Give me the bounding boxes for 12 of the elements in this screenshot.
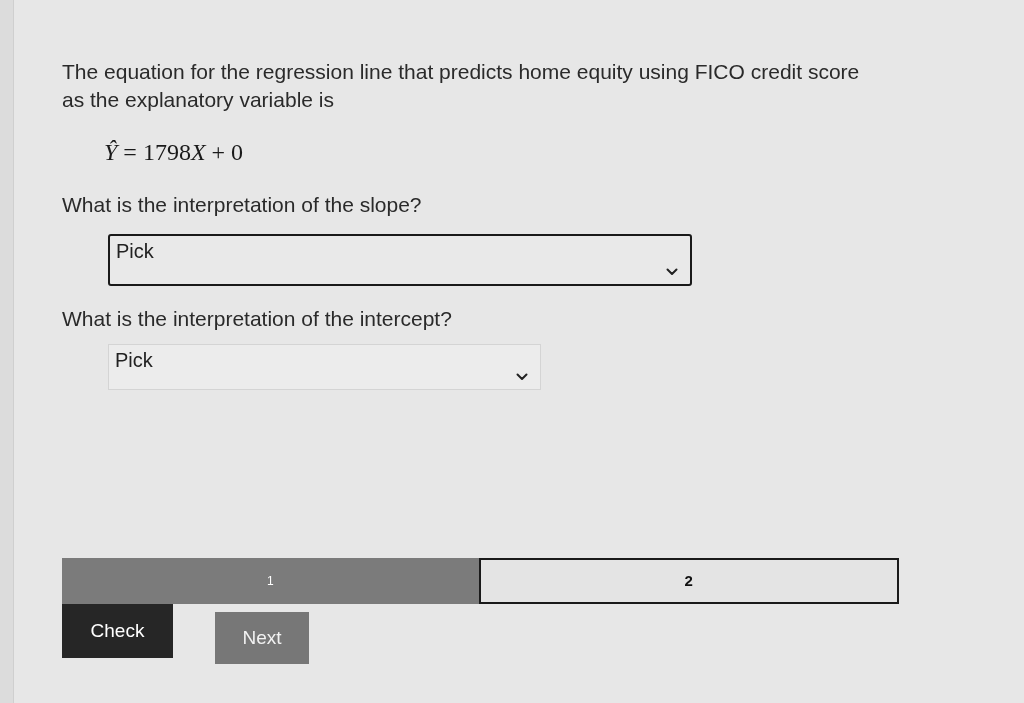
check-button[interactable]: Check <box>62 604 173 658</box>
question-prompt: What is the interpretation of the intercept? <box>62 306 452 332</box>
chevron-down-icon <box>516 373 528 381</box>
regression-equation: Ŷ = 1798X + 0 <box>104 138 244 166</box>
dropdown-select[interactable]: Pick <box>108 234 692 286</box>
question-text: The equation for the regression line that predicts home equity using FICO credit score as the explanatory variable is <box>62 59 861 113</box>
question-prompt: What is the interpretation of the slope? <box>62 192 422 218</box>
part-tab[interactable]: 1 <box>62 558 479 604</box>
part-tab[interactable]: 2 <box>478 558 899 604</box>
next-button[interactable]: Next <box>215 612 309 664</box>
dropdown-select[interactable]: Pick <box>108 344 541 390</box>
chevron-down-icon <box>666 268 678 276</box>
